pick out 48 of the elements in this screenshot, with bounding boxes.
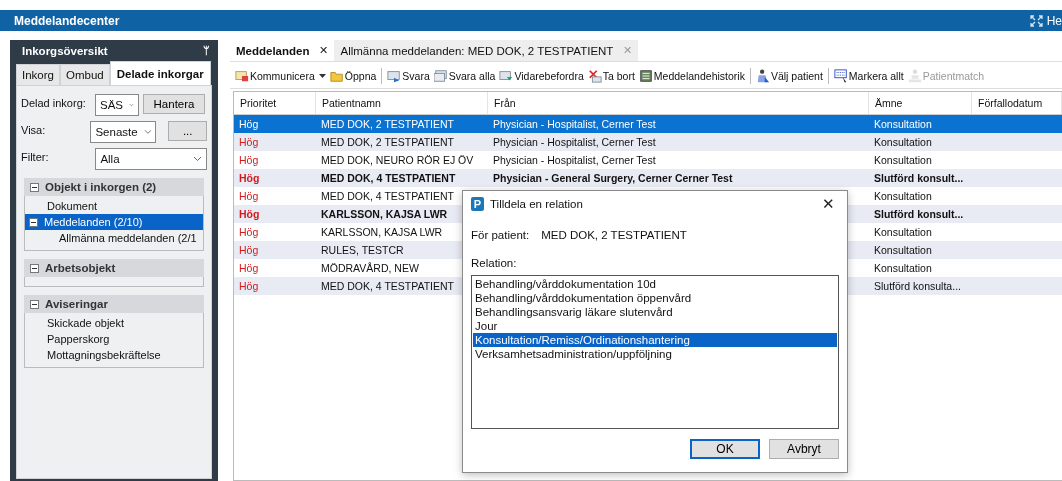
table-cell-text: MED DOK, 4 TESTPATIENT: [320, 280, 455, 292]
table-cell-text: Hög: [238, 154, 259, 166]
tree-label: Meddelanden (2/10): [44, 216, 143, 228]
table-cell-text: MED DOK, 4 TESTPATIENT: [320, 190, 455, 202]
table-cell-text: Physician - Hospitalist, Cerner Test: [492, 136, 656, 148]
field-label: Delad inkorg:: [21, 96, 87, 109]
table-cell-text: MED DOK, 4 TESTPATIENT: [320, 172, 456, 184]
table-cell-text: Konsultation: [873, 118, 932, 130]
field-label: Filter:: [21, 150, 50, 163]
table-cell-text: Konsultation: [873, 154, 932, 166]
section-title: Arbetsobjekt: [45, 262, 116, 274]
field-label: Visa:: [21, 123, 47, 136]
table-cell-text: Konsultation: [873, 190, 932, 202]
section-title: Objekt i inkorgen (2): [45, 181, 157, 193]
table-cell-text: Hög: [238, 280, 259, 292]
field-label: För patient:: [471, 229, 530, 241]
table-cell-text: Slutförd konsult...: [873, 208, 964, 220]
table-cell-text: Slutförd konsulta...: [873, 280, 961, 292]
table-cell-text: Slutförd konsult...: [873, 172, 964, 184]
table-cell-text: KARLSSON, KAJSA LWR: [320, 226, 443, 238]
table-cell-text: Hög: [238, 118, 259, 130]
table-cell-text: Hög: [238, 208, 260, 220]
table-cell-text: Hög: [238, 244, 259, 256]
table-cell-text: Konsultation: [873, 244, 932, 256]
dialog-title: Tilldela en relation: [490, 198, 584, 210]
table-cell-text: Physician - Hospitalist, Cerner Test: [492, 118, 656, 130]
table-cell-text: Hög: [238, 190, 259, 202]
table-cell-text: RULES, TESTCR: [320, 244, 404, 256]
table-cell-text: Hög: [238, 226, 259, 238]
table-cell-text: Hög: [238, 172, 260, 184]
section-title: Aviseringar: [45, 298, 108, 310]
field-label: Relation:: [471, 257, 518, 269]
window-title: Meddelandecenter: [14, 13, 121, 28]
app-logo: P: [471, 197, 484, 211]
tab-label: Allmänna meddelanden: MED DOK, 2 TESTPATIENT: [340, 44, 614, 57]
table-cell-text: MED DOK, NEURO RÖR EJ ÖV: [320, 154, 474, 166]
table-cell-text: MÖDRAVÅRD, NEW: [320, 262, 419, 274]
tab-label: Meddelanden: [236, 44, 310, 57]
table-cell-text: Physician - General Surgery, Cerner Cerner Test: [492, 172, 733, 184]
patient-name: MED DOK, 2 TESTPATIENT: [541, 229, 687, 241]
table-cell-text: Hög: [238, 262, 259, 274]
table-cell-text: Hög: [238, 136, 259, 148]
table-cell-text: KARLSSON, KAJSA LWR: [320, 208, 448, 220]
panel-title: Inkorgsöversikt: [22, 45, 108, 57]
table-cell-text: Physician - Hospitalist, Cerner Test: [492, 154, 656, 166]
table-cell-text: MED DOK, 2 TESTPATIENT: [320, 118, 455, 130]
table-cell-text: MED DOK, 2 TESTPATIENT: [320, 136, 455, 148]
table-cell-text: Konsultation: [873, 136, 932, 148]
